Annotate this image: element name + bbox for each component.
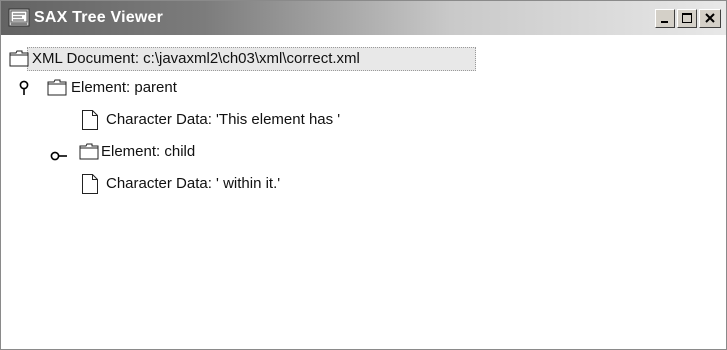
folder-icon <box>9 50 29 75</box>
tree-node-label: Element: child <box>101 143 196 160</box>
tree-node-element-child[interactable]: Element: child <box>1 140 261 164</box>
expanded-handle-icon[interactable] <box>18 80 30 104</box>
window-title: SAX Tree Viewer <box>34 9 163 26</box>
folder-icon <box>47 79 67 104</box>
tree-node-label: Character Data: 'This element has ' <box>106 111 341 128</box>
folder-icon <box>79 143 99 168</box>
tree-node-root[interactable]: XML Document: c:\javaxml2\ch03\xml\corre… <box>1 47 481 71</box>
collapsed-handle-icon[interactable] <box>49 146 69 170</box>
minimize-button[interactable] <box>655 9 675 28</box>
document-icon <box>81 109 99 139</box>
tree-node-character-data[interactable]: Character Data: 'This element has ' <box>1 108 461 132</box>
app-icon[interactable] <box>8 7 30 29</box>
maximize-button[interactable] <box>677 9 697 28</box>
tree-view[interactable]: XML Document: c:\javaxml2\ch03\xml\corre… <box>1 35 726 349</box>
sax-tree-viewer-window: SAX Tree Viewer XML Document: c:\javaxml… <box>0 0 727 350</box>
title-bar[interactable]: SAX Tree Viewer <box>1 1 726 35</box>
close-button[interactable] <box>699 9 721 28</box>
document-icon <box>81 173 99 203</box>
tree-node-character-data[interactable]: Character Data: ' within it.' <box>1 172 421 196</box>
tree-node-label: Character Data: ' within it.' <box>106 175 281 192</box>
tree-node-label: XML Document: c:\javaxml2\ch03\xml\corre… <box>32 50 360 67</box>
tree-node-label: Element: parent <box>71 79 177 96</box>
tree-node-element-parent[interactable]: Element: parent <box>1 76 261 100</box>
